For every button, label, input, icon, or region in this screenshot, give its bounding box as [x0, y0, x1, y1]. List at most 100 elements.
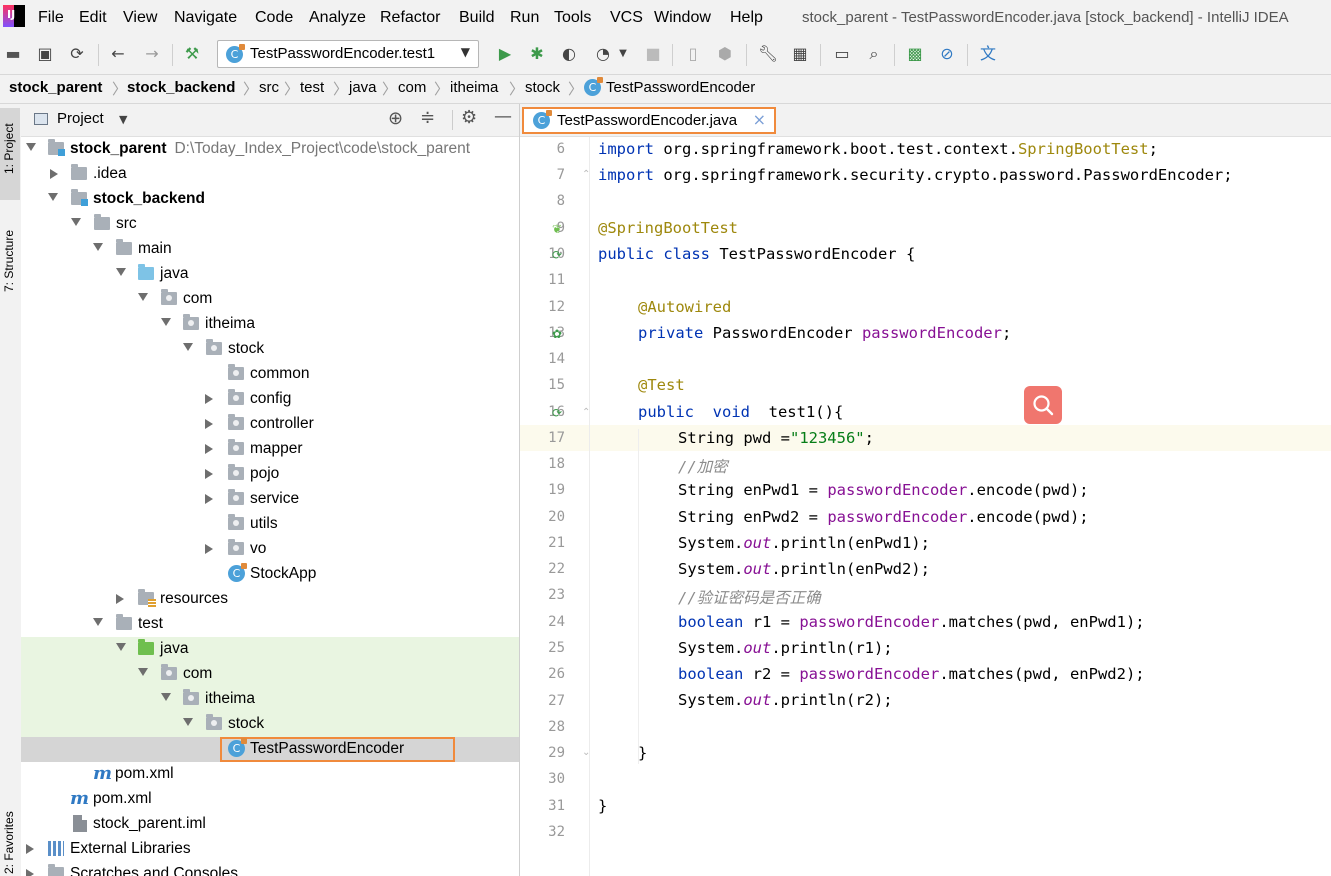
sync-icon[interactable]: ⟳	[68, 45, 86, 63]
project-panel-title[interactable]: Project	[57, 110, 104, 127]
forward-icon[interactable]: →	[143, 45, 161, 63]
settings-wrench-icon[interactable]: 🔧︎	[758, 45, 778, 63]
tree-item-stockapp[interactable]: C StockApp	[21, 562, 519, 587]
stop-icon[interactable]: ■	[644, 45, 662, 63]
collapse-all-icon[interactable]: ≑	[420, 107, 435, 128]
tree-item-pojo[interactable]: pojo	[21, 462, 519, 487]
save-icon[interactable]: ▣	[36, 45, 54, 63]
expand-arrow-icon[interactable]	[71, 218, 81, 226]
tab-project[interactable]: 1: Project	[2, 123, 16, 174]
tree-item-com[interactable]: com	[21, 287, 519, 312]
menu-tools[interactable]: Tools	[554, 9, 591, 27]
run-icon[interactable]: ▶	[496, 45, 514, 63]
collapse-arrow-icon[interactable]	[116, 594, 124, 604]
translate-icon[interactable]: 文	[979, 45, 997, 63]
tree-item-itheima-test[interactable]: itheima	[21, 687, 519, 712]
breadcrumb-item[interactable]: java	[349, 79, 377, 96]
search-icon[interactable]: ⌕	[865, 45, 883, 63]
gear-icon[interactable]: ⚙	[461, 107, 477, 128]
tab-favorites[interactable]: 2: Favorites	[2, 811, 16, 874]
breadcrumb-item[interactable]: stock	[525, 79, 560, 96]
profile-dropdown-icon[interactable]: ▼	[614, 45, 632, 63]
tree-item-mapper[interactable]: mapper	[21, 437, 519, 462]
attach-icon[interactable]: ▯	[684, 45, 702, 63]
tab-structure[interactable]: 7: Structure	[2, 230, 16, 292]
menu-analyze[interactable]: Analyze	[309, 9, 366, 27]
tree-item-external-libraries[interactable]: External Libraries	[21, 837, 519, 862]
breadcrumb-item[interactable]: com	[398, 79, 426, 96]
hide-panel-icon[interactable]: —	[494, 106, 512, 127]
menu-code[interactable]: Code	[255, 9, 293, 27]
menu-file[interactable]: File	[38, 9, 64, 27]
spring-bean-icon[interactable]: ❦	[552, 221, 568, 237]
collapse-arrow-icon[interactable]	[205, 469, 213, 479]
menu-refactor[interactable]: Refactor	[380, 9, 440, 27]
expand-arrow-icon[interactable]	[26, 143, 36, 151]
deploy-icon[interactable]: ⬢	[716, 45, 734, 63]
breadcrumb-item[interactable]: src	[259, 79, 279, 96]
expand-arrow-icon[interactable]	[161, 693, 171, 701]
expand-arrow-icon[interactable]	[93, 618, 103, 626]
menu-vcs[interactable]: VCS	[610, 9, 643, 27]
tree-item-stock[interactable]: stock	[21, 337, 519, 362]
tree-item-stock-test[interactable]: stock	[21, 712, 519, 737]
tree-item-main[interactable]: main	[21, 237, 519, 262]
tree-item-service[interactable]: service	[21, 487, 519, 512]
tree-item-stock-parent[interactable]: stock_parent D:\Today_Index_Project\code\…	[21, 137, 519, 162]
collapse-arrow-icon[interactable]	[205, 544, 213, 554]
expand-arrow-icon[interactable]	[138, 668, 148, 676]
project-structure-icon[interactable]: ▦	[791, 45, 809, 63]
locate-file-icon[interactable]: ⊕	[388, 108, 403, 129]
tree-item-utils[interactable]: utils	[21, 512, 519, 537]
build-hammer-icon[interactable]: ⚒	[183, 45, 201, 63]
tree-item-testpasswordencoder[interactable]: C TestPasswordEncoder	[21, 737, 519, 762]
menu-help[interactable]: Help	[730, 9, 763, 27]
collapse-arrow-icon[interactable]	[205, 494, 213, 504]
run-test-gutter-icon[interactable]: ⟳	[552, 405, 568, 421]
collapse-arrow-icon[interactable]	[205, 444, 213, 454]
coverage-icon[interactable]: ◐	[560, 45, 578, 63]
tree-item-scratches[interactable]: Scratches and Consoles	[21, 862, 519, 876]
collapse-arrow-icon[interactable]	[26, 844, 34, 854]
expand-arrow-icon[interactable]	[116, 643, 126, 651]
tree-item-resources[interactable]: resources	[21, 587, 519, 612]
debug-icon[interactable]: ✱	[528, 45, 546, 63]
tree-item-pom-backend[interactable]: m pom.xml	[21, 762, 519, 787]
menu-navigate[interactable]: Navigate	[174, 9, 237, 27]
expand-arrow-icon[interactable]	[161, 318, 171, 326]
breadcrumb-item[interactable]: itheima	[450, 79, 498, 96]
breadcrumb-item[interactable]: stock_parent	[9, 79, 102, 96]
expand-arrow-icon[interactable]	[138, 293, 148, 301]
breadcrumb-item[interactable]: test	[300, 79, 324, 96]
tree-item-vo[interactable]: vo	[21, 537, 519, 562]
monitor-icon[interactable]: ▩	[906, 45, 924, 63]
tree-item-java-main[interactable]: java	[21, 262, 519, 287]
tree-item-controller[interactable]: controller	[21, 412, 519, 437]
collapse-arrow-icon[interactable]	[205, 419, 213, 429]
terminal-icon[interactable]: ▭	[833, 45, 851, 63]
tree-item-pom-parent[interactable]: m pom.xml	[21, 787, 519, 812]
tree-item-src[interactable]: src	[21, 212, 519, 237]
menu-view[interactable]: View	[123, 9, 157, 27]
chevron-down-icon[interactable]: ▼	[119, 113, 127, 126]
autowired-bean-icon[interactable]: ✿	[552, 326, 568, 342]
breadcrumb-item[interactable]: TestPasswordEncoder	[606, 79, 755, 96]
menu-build[interactable]: Build	[459, 9, 495, 27]
tree-item-common[interactable]: common	[21, 362, 519, 387]
expand-arrow-icon[interactable]	[183, 718, 193, 726]
tree-item-config[interactable]: config	[21, 387, 519, 412]
open-folder-icon[interactable]: ▬	[4, 45, 22, 63]
menu-edit[interactable]: Edit	[79, 9, 107, 27]
breadcrumb-item[interactable]: stock_backend	[127, 79, 235, 96]
tree-item-stock-backend[interactable]: stock_backend	[21, 187, 519, 212]
floating-search-button[interactable]	[1024, 386, 1062, 424]
expand-arrow-icon[interactable]	[93, 243, 103, 251]
run-configuration-select[interactable]: C TestPasswordEncoder.test1 ▼	[217, 40, 479, 68]
expand-arrow-icon[interactable]	[183, 343, 193, 351]
tree-item-idea[interactable]: .idea	[21, 162, 519, 187]
tree-item-itheima[interactable]: itheima	[21, 312, 519, 337]
expand-arrow-icon[interactable]	[48, 193, 58, 201]
menu-run[interactable]: Run	[510, 9, 539, 27]
back-icon[interactable]: ←	[109, 45, 127, 63]
tree-item-com-test[interactable]: com	[21, 662, 519, 687]
